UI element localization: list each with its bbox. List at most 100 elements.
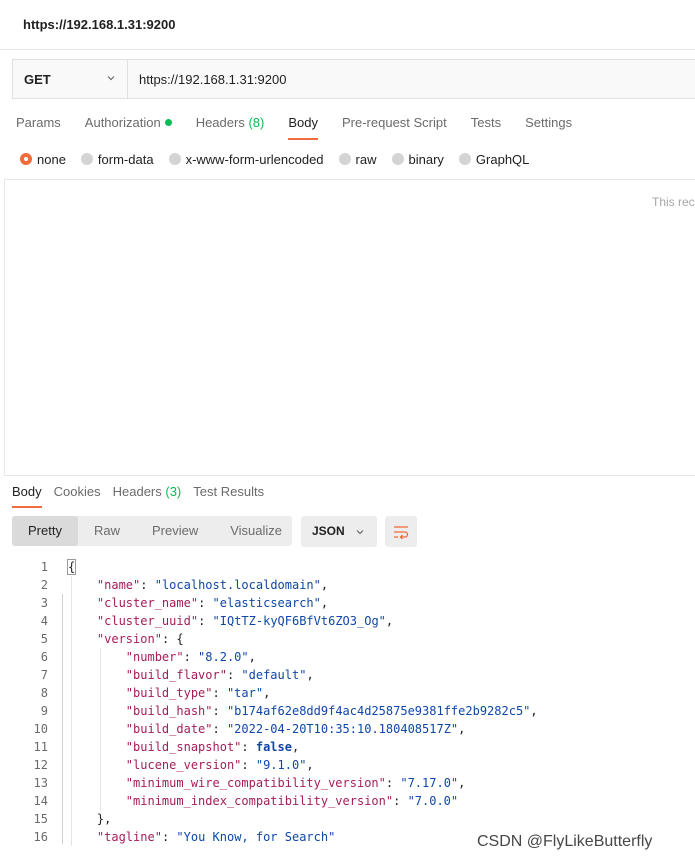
body-option-label: raw	[355, 151, 377, 167]
json-key: "cluster_uuid"	[96, 614, 199, 628]
line-number: 5	[40, 632, 48, 646]
body-option-form-data[interactable]: form-data	[80, 150, 154, 168]
code-text: "build_snapshot": false,	[68, 738, 299, 756]
json-punct: : {	[161, 632, 184, 646]
tab-headers[interactable]: Headers (8)	[196, 112, 265, 140]
tab-tests[interactable]: Tests	[471, 112, 501, 140]
code-line: 2 "name": "localhost.localdomain",	[0, 576, 695, 594]
view-pretty-button[interactable]: Pretty	[12, 516, 78, 546]
json-punct: ,	[320, 596, 329, 610]
code-text: {	[66, 558, 77, 576]
tab-pre-request-script[interactable]: Pre-request Script	[342, 112, 447, 140]
json-key: "tagline"	[96, 830, 162, 844]
json-punct: ,	[263, 686, 271, 700]
json-string: "2022-04-20T10:35:10.180408517Z"	[226, 722, 459, 736]
json-key: "cluster_name"	[96, 596, 199, 610]
json-punct: :	[140, 578, 155, 592]
json-string: "elasticsearch"	[212, 596, 321, 610]
json-punct: ,	[385, 614, 394, 628]
tab-response-body[interactable]: Body	[12, 484, 42, 508]
json-punct: :	[161, 830, 177, 844]
json-punct	[68, 632, 97, 646]
line-number: 14	[33, 794, 48, 808]
code-line: 8 "build_type": "tar",	[0, 684, 695, 702]
code-line: 7 "build_flavor": "default",	[0, 666, 695, 684]
json-punct: ,	[458, 776, 466, 790]
radio-icon	[391, 153, 404, 165]
json-punct	[68, 668, 126, 682]
code-line: 5 "version": {	[0, 630, 695, 648]
tab-settings[interactable]: Settings	[525, 112, 572, 140]
json-key: "minimum_index_compatibility_version"	[125, 794, 394, 808]
line-number: 2	[40, 578, 48, 592]
method-select[interactable]: GET	[13, 60, 128, 98]
tab-pre-request-script-label: Pre-request Script	[341, 115, 447, 130]
code-line: 1{	[0, 558, 695, 576]
code-text: "build_date": "2022-04-20T10:35:10.18040…	[68, 720, 466, 738]
view-visualize-button[interactable]: Visualize	[214, 516, 298, 546]
line-number: 15	[33, 812, 48, 826]
json-punct: ,	[306, 668, 314, 682]
tab-body[interactable]: Body	[288, 112, 318, 140]
tab-test-results-label: Test Results	[193, 484, 265, 499]
json-punct: :	[212, 686, 227, 700]
json-key: "build_hash"	[125, 704, 213, 718]
line-number: 13	[33, 776, 48, 790]
json-key: "number"	[125, 650, 184, 664]
body-option-label: x-www-form-urlencoded	[185, 151, 324, 167]
code-line: 15 },	[0, 810, 695, 828]
line-number: 6	[40, 650, 48, 664]
request-title-bar: https://192.168.1.31:9200	[0, 0, 695, 50]
body-option-graphql[interactable]: GraphQL	[458, 150, 530, 168]
tab-authorization[interactable]: Authorization	[85, 112, 172, 140]
word-wrap-button[interactable]	[385, 516, 417, 547]
json-string: "default"	[241, 668, 307, 682]
json-punct	[68, 578, 97, 592]
response-body-code[interactable]: 1{2 "name": "localhost.localdomain", 3 "c…	[0, 558, 695, 858]
watermark: CSDN @FlyLikeButterfly	[477, 833, 653, 850]
line-number: 16	[33, 830, 48, 844]
json-punct	[68, 704, 126, 718]
code-text: "name": "localhost.localdomain",	[68, 576, 328, 594]
tab-cookies[interactable]: Cookies	[54, 484, 101, 508]
tab-response-headers-count: (3)	[165, 484, 182, 499]
format-label: JSON	[312, 524, 345, 538]
url-input[interactable]: https://192.168.1.31:9200	[128, 60, 695, 98]
json-key: "lucene_version"	[125, 758, 242, 772]
json-string: "You Know, for Search"	[176, 830, 336, 844]
tab-settings-label: Settings	[525, 115, 573, 130]
line-number: 4	[40, 614, 48, 628]
json-punct	[68, 740, 126, 754]
view-raw-button[interactable]: Raw	[78, 516, 136, 546]
request-body-area[interactable]	[4, 180, 695, 474]
tab-response-body-label: Body	[12, 484, 42, 499]
tab-tests-label: Tests	[470, 115, 502, 130]
request-tabs: Params Authorization Headers (8) Body Pr…	[16, 112, 596, 140]
body-option-none[interactable]: none	[20, 150, 66, 168]
line-number: 7	[40, 668, 48, 682]
format-select[interactable]: JSON	[301, 516, 377, 547]
body-option-label: GraphQL	[475, 151, 530, 167]
json-boolean: false	[255, 740, 292, 754]
json-punct: :	[212, 722, 227, 736]
body-option-binary[interactable]: binary	[391, 150, 444, 168]
tab-response-headers[interactable]: Headers (3)	[113, 484, 182, 508]
tab-test-results[interactable]: Test Results	[193, 484, 264, 508]
pane-resize-handle[interactable]	[4, 475, 695, 476]
body-option-raw[interactable]: raw	[338, 150, 377, 168]
code-text: "version": {	[68, 630, 184, 648]
body-option-urlencoded[interactable]: x-www-form-urlencoded	[168, 150, 324, 168]
chevron-down-icon	[356, 530, 364, 535]
json-string: "9.1.0"	[255, 758, 307, 772]
tab-headers-label: Headers	[195, 115, 245, 130]
code-text: "build_flavor": "default",	[68, 666, 314, 684]
json-punct: },	[68, 812, 112, 826]
status-dot-icon	[164, 119, 172, 126]
request-title[interactable]: https://192.168.1.31:9200	[23, 17, 175, 32]
json-punct	[68, 776, 126, 790]
view-preview-button[interactable]: Preview	[136, 516, 214, 546]
radio-icon	[20, 153, 32, 165]
json-key: "build_flavor"	[125, 668, 227, 682]
body-type-options: none form-data x-www-form-urlencoded raw…	[20, 150, 544, 168]
tab-params[interactable]: Params	[16, 112, 61, 140]
